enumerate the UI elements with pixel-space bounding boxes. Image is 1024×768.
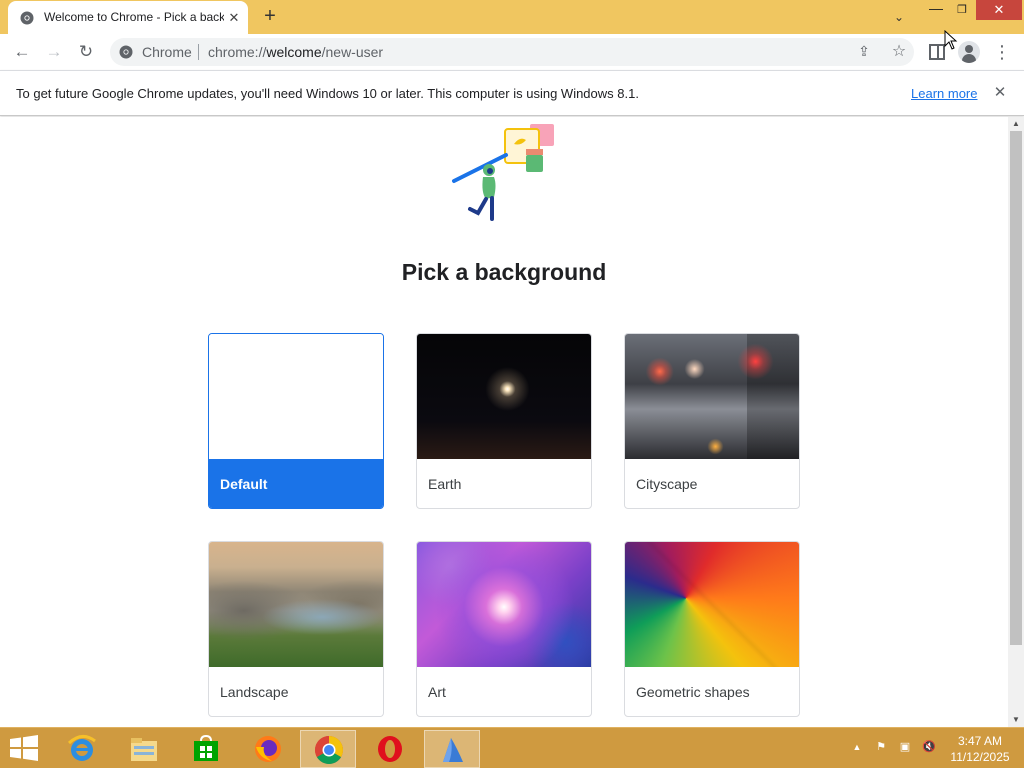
show-hidden-icons-icon[interactable]: ▲: [850, 740, 864, 754]
welcome-page: Pick a background Default Earth Cityscap…: [0, 117, 1008, 727]
taskbar-internet-explorer[interactable]: [54, 730, 110, 768]
thumbnail-landscape: [209, 542, 383, 667]
tab-welcome[interactable]: Welcome to Chrome - Pick a background ✕: [8, 1, 248, 34]
background-card-earth[interactable]: Earth: [416, 333, 592, 509]
chrome-icon: [315, 736, 343, 764]
side-panel-icon[interactable]: [929, 44, 945, 60]
thumbnail-default: [209, 334, 383, 459]
taskbar-firefox[interactable]: [240, 730, 296, 768]
taskbar-chrome[interactable]: [300, 730, 356, 768]
learn-more-link[interactable]: Learn more: [911, 86, 977, 101]
background-card-default[interactable]: Default: [208, 333, 384, 509]
scroll-thumb[interactable]: [1010, 131, 1022, 645]
tab-title: Welcome to Chrome - Pick a background: [44, 10, 224, 24]
app-icon: [443, 738, 463, 762]
background-card-landscape[interactable]: Landscape: [208, 541, 384, 717]
bookmark-star-icon[interactable]: ☆: [889, 41, 909, 61]
thumbnail-cityscape: [625, 334, 799, 459]
chrome-menu-icon[interactable]: ⋮: [992, 40, 1012, 64]
toolbar: ← → ↻ Chrome chrome://welcome/new-user ⇪…: [0, 34, 1024, 70]
opera-icon: [378, 736, 402, 762]
tab-search-icon[interactable]: ⌄: [889, 7, 909, 27]
omnibox-divider: [198, 44, 199, 60]
taskbar-opera[interactable]: [362, 730, 418, 768]
update-infobar: To get future Google Chrome updates, you…: [0, 70, 1024, 116]
infobar-close-icon[interactable]: ✕: [990, 83, 1010, 103]
file-explorer-icon: [131, 738, 157, 761]
action-center-flag-icon[interactable]: ⚑: [874, 740, 888, 754]
restore-button[interactable]: ❐: [949, 0, 975, 20]
background-card-geometric-shapes[interactable]: Geometric shapes: [624, 541, 800, 717]
clock-date[interactable]: 11/12/2025: [948, 750, 1012, 764]
minimize-button[interactable]: —: [923, 0, 949, 20]
infobar-message: To get future Google Chrome updates, you…: [16, 86, 639, 101]
background-card-cityscape[interactable]: Cityscape: [624, 333, 800, 509]
url-text[interactable]: chrome://welcome/new-user: [208, 44, 383, 60]
volume-muted-icon[interactable]: 🔇: [922, 740, 936, 754]
store-icon: [194, 734, 218, 761]
windows-start-icon[interactable]: [9, 735, 39, 761]
close-window-button[interactable]: ✕: [976, 0, 1022, 20]
back-button[interactable]: ←: [10, 40, 34, 64]
thumbnail-earth: [417, 334, 591, 459]
taskbar: ▲ ⚑ ▣ 🔇 3:47 AM 11/12/2025: [0, 727, 1024, 768]
chrome-favicon-icon: [20, 11, 34, 25]
reload-button[interactable]: ↻: [74, 40, 98, 64]
card-label: Geometric shapes: [636, 684, 750, 700]
thumbnail-art: [417, 542, 591, 667]
clock-time[interactable]: 3:47 AM: [948, 734, 1012, 748]
avatar-body: [962, 54, 976, 63]
thumbnail-geometric-shapes: [625, 542, 799, 667]
card-label: Art: [428, 684, 446, 700]
scroll-down-arrow-icon[interactable]: ▼: [1008, 713, 1024, 727]
profile-avatar[interactable]: [958, 41, 980, 63]
card-label: Earth: [428, 476, 462, 492]
title-bar: Welcome to Chrome - Pick a background ✕ …: [0, 0, 1024, 34]
taskbar-file-explorer[interactable]: [116, 730, 172, 768]
internet-explorer-icon: [67, 735, 96, 761]
mouse-cursor-icon: [944, 30, 958, 50]
firefox-icon: [255, 736, 281, 762]
new-tab-button[interactable]: +: [258, 5, 282, 29]
chrome-icon: [119, 45, 133, 59]
vertical-scrollbar[interactable]: ▲ ▼: [1008, 117, 1024, 727]
painter-illustration: [452, 124, 554, 221]
forward-button[interactable]: →: [42, 40, 66, 64]
card-label: Default: [209, 459, 383, 508]
address-bar[interactable]: Chrome chrome://welcome/new-user ⇪ ☆: [110, 38, 914, 66]
background-card-art[interactable]: Art: [416, 541, 592, 717]
share-icon[interactable]: ⇪: [855, 43, 873, 61]
card-label: Landscape: [220, 684, 289, 700]
page-heading: Pick a background: [401, 259, 607, 285]
scroll-up-arrow-icon[interactable]: ▲: [1008, 117, 1024, 131]
avatar-head: [965, 45, 973, 53]
network-icon[interactable]: ▣: [898, 740, 912, 754]
tab-close-icon[interactable]: ✕: [226, 10, 242, 26]
card-label: Cityscape: [636, 476, 698, 492]
taskbar-app[interactable]: [424, 730, 480, 768]
taskbar-store[interactable]: [178, 730, 234, 768]
site-chip[interactable]: Chrome: [142, 44, 192, 60]
